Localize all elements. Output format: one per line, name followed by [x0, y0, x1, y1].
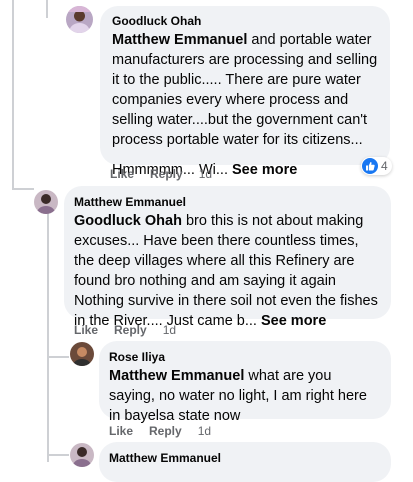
comment-actions: Like Reply 1d — [109, 424, 211, 438]
reply-button[interactable]: Reply — [149, 424, 182, 438]
comment-bubble: Matthew Emmanuel — [99, 442, 391, 482]
comment-bubble: Goodluck Ohah Matthew Emmanuel and porta… — [100, 6, 390, 178]
reaction-count: 4 — [381, 159, 388, 173]
comment-text: Matthew Emmanuel what are you saying, no… — [109, 366, 381, 426]
mention-link[interactable]: Goodluck Ohah — [74, 213, 182, 229]
like-button[interactable]: Like — [110, 167, 134, 181]
comment-text: Goodluck Ohah bro this is not about maki… — [74, 211, 381, 331]
comment-bubble: Matthew Emmanuel Goodluck Ohah bro this … — [64, 186, 391, 329]
thread-line — [47, 454, 69, 456]
avatar[interactable] — [70, 342, 94, 366]
see-more-link[interactable]: See more — [261, 313, 326, 329]
comment-actions: Like Reply 1d — [110, 167, 212, 181]
avatar[interactable] — [66, 6, 93, 33]
comment-body: bro this is not about making excuses... … — [74, 213, 378, 329]
thread-line — [47, 212, 49, 462]
comment-author[interactable]: Rose Iliya — [109, 349, 381, 365]
comment-timestamp[interactable]: 1d — [163, 323, 176, 337]
thread-line — [46, 0, 48, 18]
comment-author[interactable]: Goodluck Ohah — [112, 13, 378, 29]
comment-body: and portable water manufacturers are pro… — [112, 32, 378, 148]
reaction-badge[interactable]: 4 — [361, 157, 392, 175]
thread-line — [47, 356, 69, 358]
comment-actions: Like Reply 1d — [74, 323, 176, 337]
thread-line — [12, 0, 14, 190]
reply-button[interactable]: Reply — [114, 323, 147, 337]
like-reaction-icon — [362, 158, 378, 174]
comment-author[interactable]: Matthew Emmanuel — [74, 194, 381, 210]
like-button[interactable]: Like — [74, 323, 98, 337]
comment-author[interactable]: Matthew Emmanuel — [109, 450, 381, 466]
comment-timestamp[interactable]: 1d — [198, 424, 211, 438]
see-more-link[interactable]: See more — [232, 162, 297, 178]
like-button[interactable]: Like — [109, 424, 133, 438]
thread-line — [12, 188, 34, 190]
comment-text: Matthew Emmanuel and portable water manu… — [112, 30, 378, 150]
reply-button[interactable]: Reply — [150, 167, 183, 181]
mention-link[interactable]: Matthew Emmanuel — [109, 368, 244, 384]
mention-link[interactable]: Matthew Emmanuel — [112, 32, 247, 48]
avatar[interactable] — [34, 190, 58, 214]
comment-timestamp[interactable]: 1d — [199, 167, 212, 181]
comment-bubble: Rose Iliya Matthew Emmanuel what are you… — [99, 341, 391, 424]
avatar[interactable] — [70, 443, 94, 467]
